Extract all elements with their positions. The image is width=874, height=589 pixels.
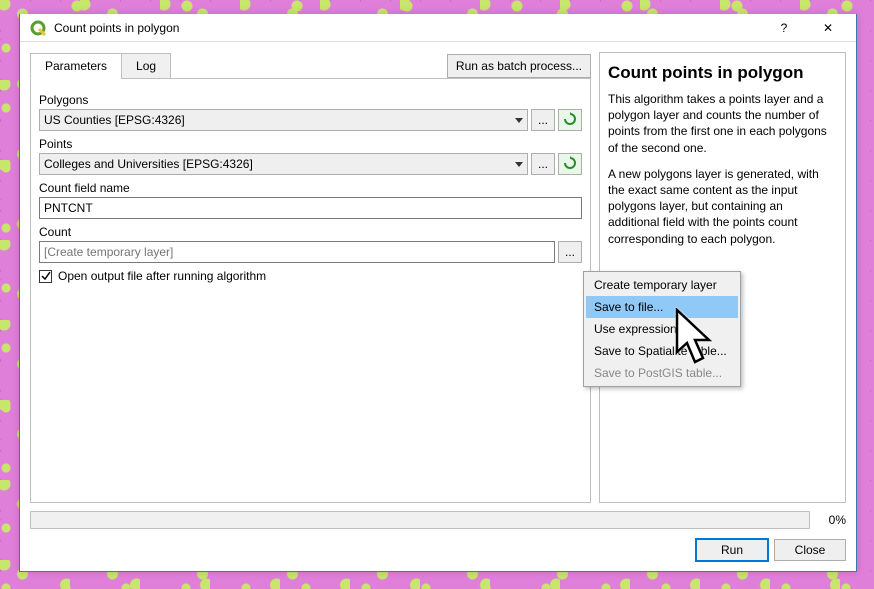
bottom-bar: 0% Run Close — [20, 503, 856, 571]
output-browse-button[interactable]: ... — [558, 241, 582, 263]
chevron-down-icon — [515, 157, 523, 171]
polygons-refresh-button[interactable] — [558, 109, 582, 131]
close-button[interactable]: Close — [774, 539, 846, 561]
run-as-batch-button[interactable]: Run as batch process... — [447, 54, 591, 78]
tab-log[interactable]: Log — [121, 53, 171, 79]
open-after-label: Open output file after running algorithm — [58, 269, 266, 283]
open-after-checkbox[interactable]: Open output file after running algorithm — [39, 269, 582, 283]
points-refresh-button[interactable] — [558, 153, 582, 175]
countfield-input[interactable] — [39, 197, 582, 219]
output-input[interactable] — [39, 241, 555, 263]
parameters-page: Polygons US Counties [EPSG:4326] ... — [30, 78, 591, 503]
polygons-value: US Counties [EPSG:4326] — [44, 113, 185, 127]
qgis-icon — [30, 20, 46, 36]
output-label: Count — [39, 225, 582, 239]
refresh-icon — [563, 156, 577, 173]
run-button[interactable]: Run — [696, 539, 768, 561]
titlebar: Count points in polygon ? ✕ — [20, 14, 856, 42]
polygons-browse-button[interactable]: ... — [531, 109, 555, 131]
close-icon: ✕ — [823, 21, 833, 35]
help-button[interactable]: ? — [766, 17, 802, 39]
points-value: Colleges and Universities [EPSG:4326] — [44, 157, 253, 171]
left-panel: Parameters Log Run as batch process... P… — [30, 52, 591, 503]
help-p1: This algorithm takes a points layer and … — [608, 91, 837, 156]
output-context-menu: Create temporary layer Save to file... U… — [583, 271, 741, 387]
chevron-down-icon — [515, 113, 523, 127]
refresh-icon — [563, 112, 577, 129]
ctx-save-postgis: Save to PostGIS table... — [586, 362, 738, 384]
tab-parameters[interactable]: Parameters — [30, 53, 122, 79]
window-title: Count points in polygon — [54, 21, 758, 35]
progress-bar — [30, 511, 810, 529]
ctx-save-to-file[interactable]: Save to file... — [586, 296, 738, 318]
countfield-label: Count field name — [39, 181, 582, 195]
ctx-use-expression[interactable]: Use expression... — [586, 318, 738, 340]
points-browse-button[interactable]: ... — [531, 153, 555, 175]
close-window-button[interactable]: ✕ — [810, 17, 846, 39]
points-combo[interactable]: Colleges and Universities [EPSG:4326] — [39, 153, 528, 175]
help-icon: ? — [781, 21, 788, 35]
progress-percent: 0% — [818, 513, 846, 527]
tabs: Parameters Log — [30, 52, 170, 78]
ctx-save-spatialite[interactable]: Save to Spatialite table... — [586, 340, 738, 362]
ctx-create-temp-layer[interactable]: Create temporary layer — [586, 274, 738, 296]
polygons-label: Polygons — [39, 93, 582, 107]
help-p2: A new polygons layer is generated, with … — [608, 166, 837, 247]
polygons-combo[interactable]: US Counties [EPSG:4326] — [39, 109, 528, 131]
checkbox-icon — [39, 270, 52, 283]
points-label: Points — [39, 137, 582, 151]
help-title: Count points in polygon — [608, 63, 837, 83]
